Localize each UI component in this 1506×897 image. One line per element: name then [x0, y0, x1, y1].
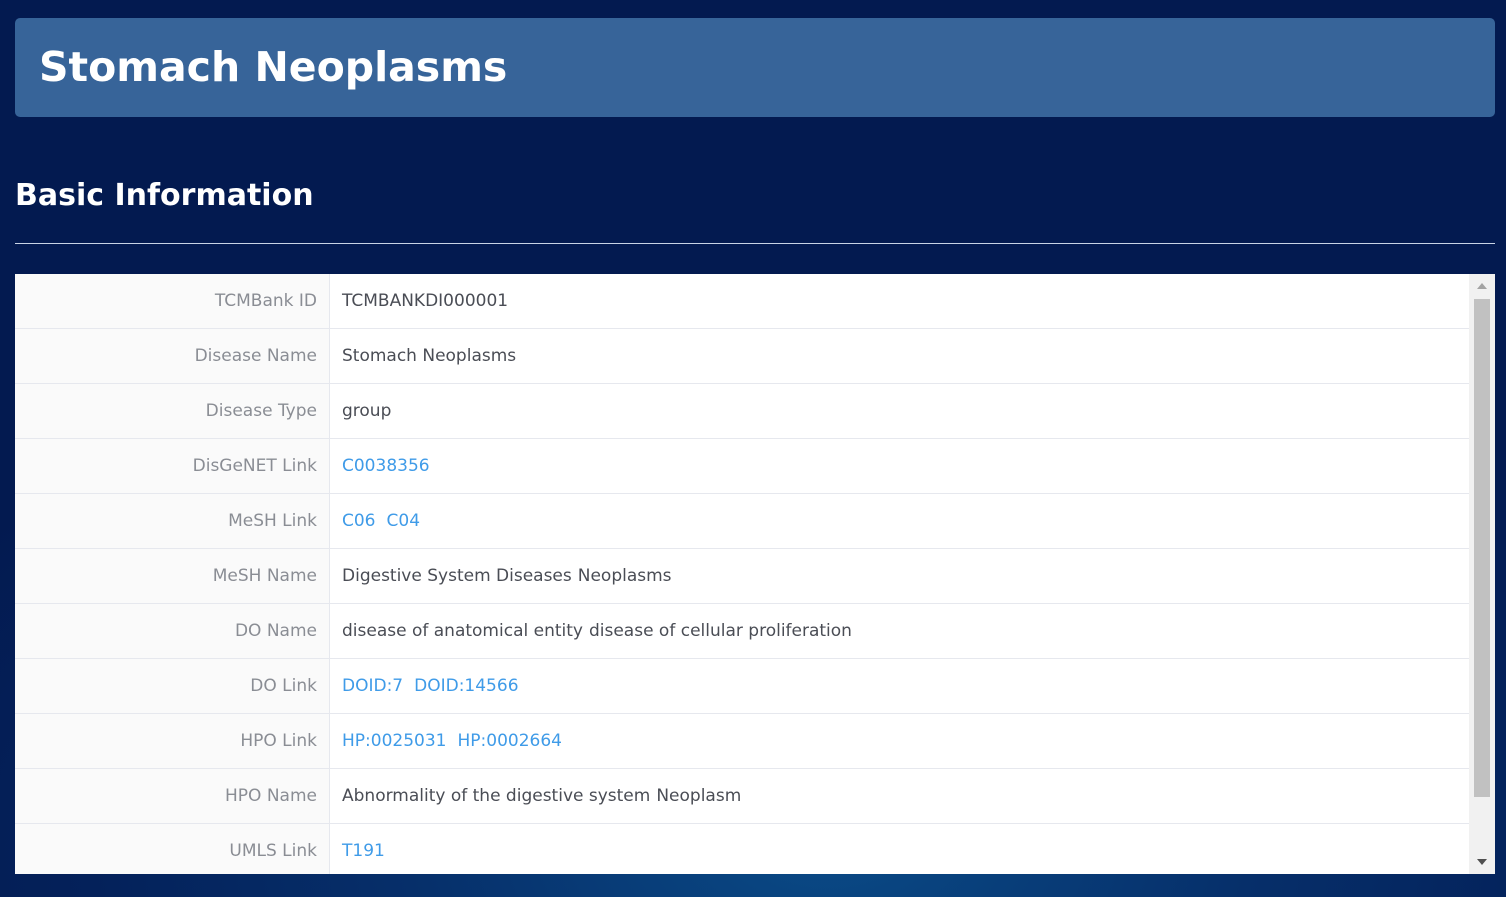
- value-text: Neoplasms: [577, 566, 672, 586]
- value-link[interactable]: C0038356: [342, 456, 430, 476]
- value-text: Digestive System Diseases: [342, 566, 572, 586]
- table-row: Disease Type group: [15, 384, 1469, 439]
- row-value: disease of anatomical entity disease of c…: [330, 604, 1469, 658]
- page-header: Stomach Neoplasms: [15, 18, 1495, 117]
- row-label: HPO Link: [15, 714, 330, 768]
- row-value: DOID:7 DOID:14566: [330, 659, 1469, 713]
- row-label: MeSH Link: [15, 494, 330, 548]
- scroll-up-arrow-icon[interactable]: [1477, 283, 1487, 289]
- value-link[interactable]: DOID:7: [342, 676, 403, 696]
- table-row: MeSH Name Digestive System Diseases Neopla…: [15, 549, 1469, 604]
- row-label: UMLS Link: [15, 824, 330, 874]
- row-label: Disease Type: [15, 384, 330, 438]
- value-text: Abnormality of the digestive system: [342, 786, 651, 806]
- value-text: disease of anatomical entity: [342, 621, 583, 641]
- info-table-panel[interactable]: TCMBank ID TCMBANKDI000001 Disease Name Sto…: [15, 274, 1495, 874]
- row-label: DisGeNET Link: [15, 439, 330, 493]
- table-row: DO Name disease of anatomical entity disea…: [15, 604, 1469, 659]
- value-link[interactable]: T191: [342, 841, 385, 861]
- value-text: Neoplasm: [656, 786, 742, 806]
- row-value: Stomach Neoplasms: [330, 329, 1469, 383]
- row-value: TCMBANKDI000001: [330, 274, 1469, 328]
- table-row: HPO Name Abnormality of the digestive sys…: [15, 769, 1469, 824]
- row-label: HPO Name: [15, 769, 330, 823]
- value-link[interactable]: HP:0002664: [457, 731, 561, 751]
- scroll-down-arrow-icon[interactable]: [1477, 859, 1487, 865]
- value-text: TCMBANKDI000001: [342, 291, 509, 311]
- row-value: Abnormality of the digestive system Neopl…: [330, 769, 1469, 823]
- info-table: TCMBank ID TCMBANKDI000001 Disease Name Sto…: [15, 274, 1469, 874]
- row-value: C06 C04: [330, 494, 1469, 548]
- value-text: disease of cellular proliferation: [588, 621, 852, 641]
- value-link[interactable]: C04: [387, 511, 421, 531]
- vertical-scrollbar[interactable]: [1469, 274, 1495, 874]
- row-value: T191: [330, 824, 1469, 874]
- table-row: TCMBank ID TCMBANKDI000001: [15, 274, 1469, 329]
- row-label: Disease Name: [15, 329, 330, 383]
- table-row: Disease Name Stomach Neoplasms: [15, 329, 1469, 384]
- row-label: DO Name: [15, 604, 330, 658]
- value-text: Stomach Neoplasms: [342, 346, 517, 366]
- section-divider: [15, 243, 1495, 244]
- row-label: MeSH Name: [15, 549, 330, 603]
- value-link[interactable]: HP:0025031: [342, 731, 446, 751]
- table-row: UMLS Link T191: [15, 824, 1469, 874]
- row-label: DO Link: [15, 659, 330, 713]
- value-link[interactable]: C06: [342, 511, 376, 531]
- row-value: C0038356: [330, 439, 1469, 493]
- table-row: HPO Link HP:0025031 HP:0002664: [15, 714, 1469, 769]
- table-row: MeSH Link C06 C04: [15, 494, 1469, 549]
- row-value: HP:0025031 HP:0002664: [330, 714, 1469, 768]
- row-value: group: [330, 384, 1469, 438]
- row-label: TCMBank ID: [15, 274, 330, 328]
- scrollbar-thumb[interactable]: [1474, 299, 1490, 797]
- page-title: Stomach Neoplasms: [39, 43, 508, 91]
- table-row: DisGeNET Link C0038356: [15, 439, 1469, 494]
- row-value: Digestive System Diseases Neoplasms: [330, 549, 1469, 603]
- table-row: DO Link DOID:7 DOID:14566: [15, 659, 1469, 714]
- section-title: Basic Information: [15, 178, 314, 213]
- value-link[interactable]: DOID:14566: [414, 676, 518, 696]
- value-text: group: [342, 401, 392, 421]
